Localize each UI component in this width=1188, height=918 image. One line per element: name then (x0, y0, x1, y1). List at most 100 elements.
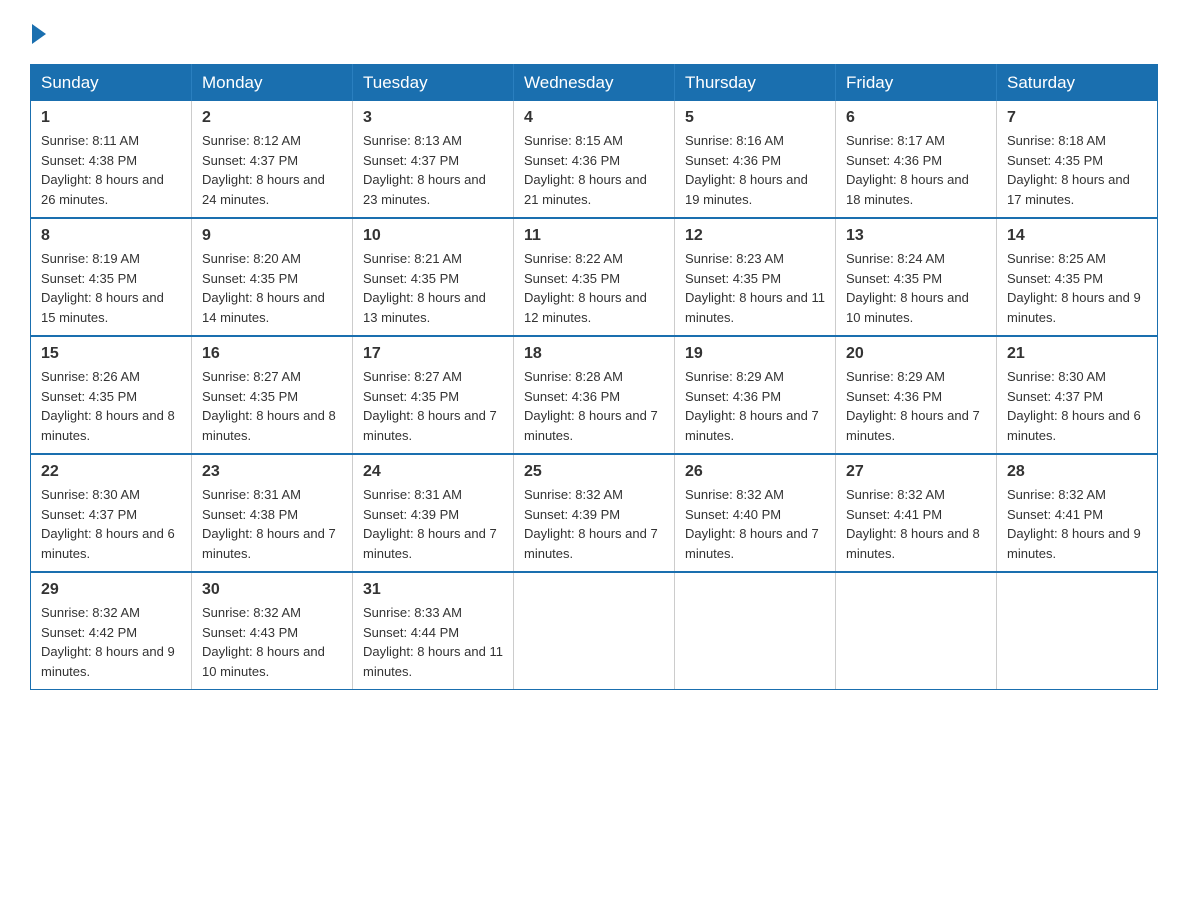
calendar-cell: 7 Sunrise: 8:18 AMSunset: 4:35 PMDayligh… (997, 101, 1158, 218)
calendar-cell: 10 Sunrise: 8:21 AMSunset: 4:35 PMDaylig… (353, 218, 514, 336)
calendar-week-row: 22 Sunrise: 8:30 AMSunset: 4:37 PMDaylig… (31, 454, 1158, 572)
day-number: 15 (41, 345, 181, 363)
logo-arrow-icon (32, 24, 46, 44)
day-info: Sunrise: 8:23 AMSunset: 4:35 PMDaylight:… (685, 249, 825, 327)
calendar-cell: 18 Sunrise: 8:28 AMSunset: 4:36 PMDaylig… (514, 336, 675, 454)
day-info: Sunrise: 8:11 AMSunset: 4:38 PMDaylight:… (41, 131, 181, 209)
day-number: 8 (41, 227, 181, 245)
day-info: Sunrise: 8:27 AMSunset: 4:35 PMDaylight:… (363, 367, 503, 445)
logo (30, 20, 46, 44)
day-info: Sunrise: 8:20 AMSunset: 4:35 PMDaylight:… (202, 249, 342, 327)
day-info: Sunrise: 8:29 AMSunset: 4:36 PMDaylight:… (846, 367, 986, 445)
weekday-header-row: SundayMondayTuesdayWednesdayThursdayFrid… (31, 65, 1158, 102)
calendar-cell: 22 Sunrise: 8:30 AMSunset: 4:37 PMDaylig… (31, 454, 192, 572)
calendar-cell (514, 572, 675, 690)
day-info: Sunrise: 8:32 AMSunset: 4:41 PMDaylight:… (1007, 485, 1147, 563)
day-info: Sunrise: 8:33 AMSunset: 4:44 PMDaylight:… (363, 603, 503, 681)
day-number: 10 (363, 227, 503, 245)
calendar-week-row: 8 Sunrise: 8:19 AMSunset: 4:35 PMDayligh… (31, 218, 1158, 336)
day-number: 23 (202, 463, 342, 481)
day-number: 20 (846, 345, 986, 363)
day-info: Sunrise: 8:15 AMSunset: 4:36 PMDaylight:… (524, 131, 664, 209)
calendar-cell: 15 Sunrise: 8:26 AMSunset: 4:35 PMDaylig… (31, 336, 192, 454)
day-info: Sunrise: 8:31 AMSunset: 4:38 PMDaylight:… (202, 485, 342, 563)
day-number: 26 (685, 463, 825, 481)
day-number: 19 (685, 345, 825, 363)
day-number: 4 (524, 109, 664, 127)
day-info: Sunrise: 8:26 AMSunset: 4:35 PMDaylight:… (41, 367, 181, 445)
day-number: 11 (524, 227, 664, 245)
calendar-cell: 11 Sunrise: 8:22 AMSunset: 4:35 PMDaylig… (514, 218, 675, 336)
day-number: 21 (1007, 345, 1147, 363)
calendar-cell (997, 572, 1158, 690)
day-number: 24 (363, 463, 503, 481)
day-number: 28 (1007, 463, 1147, 481)
weekday-header-tuesday: Tuesday (353, 65, 514, 102)
weekday-header-saturday: Saturday (997, 65, 1158, 102)
calendar-cell: 13 Sunrise: 8:24 AMSunset: 4:35 PMDaylig… (836, 218, 997, 336)
day-info: Sunrise: 8:32 AMSunset: 4:41 PMDaylight:… (846, 485, 986, 563)
calendar-cell: 31 Sunrise: 8:33 AMSunset: 4:44 PMDaylig… (353, 572, 514, 690)
day-info: Sunrise: 8:29 AMSunset: 4:36 PMDaylight:… (685, 367, 825, 445)
calendar-cell: 16 Sunrise: 8:27 AMSunset: 4:35 PMDaylig… (192, 336, 353, 454)
day-info: Sunrise: 8:21 AMSunset: 4:35 PMDaylight:… (363, 249, 503, 327)
calendar-cell: 14 Sunrise: 8:25 AMSunset: 4:35 PMDaylig… (997, 218, 1158, 336)
day-number: 13 (846, 227, 986, 245)
day-number: 12 (685, 227, 825, 245)
weekday-header-thursday: Thursday (675, 65, 836, 102)
day-info: Sunrise: 8:32 AMSunset: 4:40 PMDaylight:… (685, 485, 825, 563)
calendar-week-row: 1 Sunrise: 8:11 AMSunset: 4:38 PMDayligh… (31, 101, 1158, 218)
day-info: Sunrise: 8:30 AMSunset: 4:37 PMDaylight:… (41, 485, 181, 563)
calendar-week-row: 29 Sunrise: 8:32 AMSunset: 4:42 PMDaylig… (31, 572, 1158, 690)
calendar-cell: 21 Sunrise: 8:30 AMSunset: 4:37 PMDaylig… (997, 336, 1158, 454)
day-number: 17 (363, 345, 503, 363)
day-info: Sunrise: 8:32 AMSunset: 4:39 PMDaylight:… (524, 485, 664, 563)
calendar-cell: 20 Sunrise: 8:29 AMSunset: 4:36 PMDaylig… (836, 336, 997, 454)
day-info: Sunrise: 8:28 AMSunset: 4:36 PMDaylight:… (524, 367, 664, 445)
day-number: 7 (1007, 109, 1147, 127)
day-info: Sunrise: 8:32 AMSunset: 4:42 PMDaylight:… (41, 603, 181, 681)
calendar-cell (675, 572, 836, 690)
weekday-header-friday: Friday (836, 65, 997, 102)
calendar-cell: 2 Sunrise: 8:12 AMSunset: 4:37 PMDayligh… (192, 101, 353, 218)
day-info: Sunrise: 8:31 AMSunset: 4:39 PMDaylight:… (363, 485, 503, 563)
weekday-header-sunday: Sunday (31, 65, 192, 102)
calendar-cell: 1 Sunrise: 8:11 AMSunset: 4:38 PMDayligh… (31, 101, 192, 218)
day-number: 30 (202, 581, 342, 599)
page-header (30, 20, 1158, 44)
day-number: 29 (41, 581, 181, 599)
calendar-cell: 4 Sunrise: 8:15 AMSunset: 4:36 PMDayligh… (514, 101, 675, 218)
calendar-cell: 30 Sunrise: 8:32 AMSunset: 4:43 PMDaylig… (192, 572, 353, 690)
day-number: 6 (846, 109, 986, 127)
weekday-header-monday: Monday (192, 65, 353, 102)
day-info: Sunrise: 8:30 AMSunset: 4:37 PMDaylight:… (1007, 367, 1147, 445)
calendar-table: SundayMondayTuesdayWednesdayThursdayFrid… (30, 64, 1158, 690)
day-info: Sunrise: 8:13 AMSunset: 4:37 PMDaylight:… (363, 131, 503, 209)
calendar-week-row: 15 Sunrise: 8:26 AMSunset: 4:35 PMDaylig… (31, 336, 1158, 454)
day-number: 3 (363, 109, 503, 127)
day-number: 2 (202, 109, 342, 127)
calendar-cell: 17 Sunrise: 8:27 AMSunset: 4:35 PMDaylig… (353, 336, 514, 454)
calendar-cell: 29 Sunrise: 8:32 AMSunset: 4:42 PMDaylig… (31, 572, 192, 690)
day-info: Sunrise: 8:24 AMSunset: 4:35 PMDaylight:… (846, 249, 986, 327)
day-info: Sunrise: 8:18 AMSunset: 4:35 PMDaylight:… (1007, 131, 1147, 209)
day-number: 18 (524, 345, 664, 363)
day-info: Sunrise: 8:25 AMSunset: 4:35 PMDaylight:… (1007, 249, 1147, 327)
day-number: 27 (846, 463, 986, 481)
day-info: Sunrise: 8:27 AMSunset: 4:35 PMDaylight:… (202, 367, 342, 445)
calendar-cell: 3 Sunrise: 8:13 AMSunset: 4:37 PMDayligh… (353, 101, 514, 218)
day-info: Sunrise: 8:19 AMSunset: 4:35 PMDaylight:… (41, 249, 181, 327)
calendar-cell: 8 Sunrise: 8:19 AMSunset: 4:35 PMDayligh… (31, 218, 192, 336)
day-number: 5 (685, 109, 825, 127)
day-info: Sunrise: 8:16 AMSunset: 4:36 PMDaylight:… (685, 131, 825, 209)
calendar-cell: 25 Sunrise: 8:32 AMSunset: 4:39 PMDaylig… (514, 454, 675, 572)
day-info: Sunrise: 8:17 AMSunset: 4:36 PMDaylight:… (846, 131, 986, 209)
day-number: 25 (524, 463, 664, 481)
calendar-cell: 12 Sunrise: 8:23 AMSunset: 4:35 PMDaylig… (675, 218, 836, 336)
weekday-header-wednesday: Wednesday (514, 65, 675, 102)
calendar-cell: 5 Sunrise: 8:16 AMSunset: 4:36 PMDayligh… (675, 101, 836, 218)
calendar-cell: 26 Sunrise: 8:32 AMSunset: 4:40 PMDaylig… (675, 454, 836, 572)
calendar-cell: 28 Sunrise: 8:32 AMSunset: 4:41 PMDaylig… (997, 454, 1158, 572)
day-number: 31 (363, 581, 503, 599)
day-number: 16 (202, 345, 342, 363)
